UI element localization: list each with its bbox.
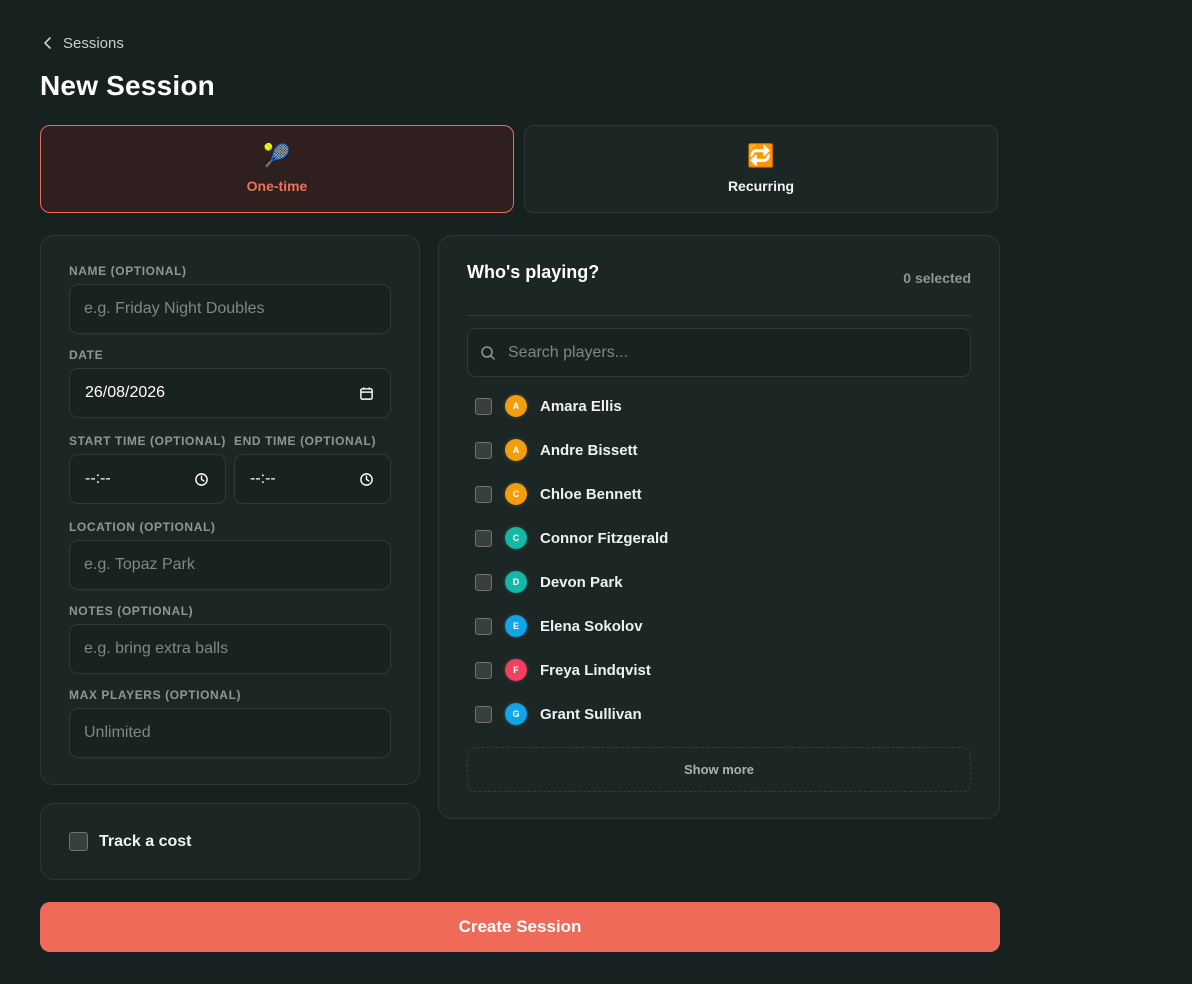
back-to-sessions-link[interactable]: Sessions xyxy=(41,32,124,54)
player-list: A Amara Ellis A Andre Bissett C Chloe Be… xyxy=(475,384,975,736)
player-checkbox[interactable] xyxy=(475,573,492,591)
players-panel: Who's playing? 0 selected A Amara Ellis … xyxy=(438,235,1000,819)
track-cost-checkbox[interactable] xyxy=(69,832,88,851)
start-time-input[interactable]: --:-- xyxy=(69,454,226,504)
end-time-label: END TIME (OPTIONAL) xyxy=(234,434,377,448)
tennis-icon: 🎾 xyxy=(263,143,291,168)
player-name: Andre Bissett xyxy=(540,441,638,459)
player-checkbox[interactable] xyxy=(475,485,492,503)
location-label: LOCATION (OPTIONAL) xyxy=(69,520,216,534)
page-title: New Session xyxy=(40,70,215,101)
max-players-label: MAX PLAYERS (OPTIONAL) xyxy=(69,688,242,702)
player-checkbox[interactable] xyxy=(475,661,492,679)
player-name: Devon Park xyxy=(540,573,623,591)
player-row[interactable]: F Freya Lindqvist xyxy=(475,648,975,692)
player-row[interactable]: G Grant Sullivan xyxy=(475,692,975,736)
start-time-label: START TIME (OPTIONAL) xyxy=(69,434,227,448)
clock-icon xyxy=(195,472,208,486)
players-title: Who's playing? xyxy=(467,262,600,282)
session-type-recurring[interactable]: 🔁 Recurring xyxy=(524,125,998,213)
session-type-label: Recurring xyxy=(727,178,795,194)
end-time-input[interactable]: --:-- xyxy=(234,454,391,504)
track-cost-label: Track a cost xyxy=(99,832,192,850)
track-cost-toggle[interactable]: Track a cost xyxy=(69,832,192,851)
selected-count: 0 selected xyxy=(903,270,971,286)
chevron-left-icon xyxy=(44,37,51,49)
date-input[interactable]: 26/08/2026 xyxy=(69,368,391,418)
player-search[interactable] xyxy=(467,328,971,377)
player-row[interactable]: C Chloe Bennett xyxy=(475,472,975,516)
player-row[interactable]: C Connor Fitzgerald xyxy=(475,516,975,560)
player-checkbox[interactable] xyxy=(475,441,492,459)
player-checkbox[interactable] xyxy=(475,529,492,547)
date-label: DATE xyxy=(69,348,104,362)
divider xyxy=(467,315,971,316)
session-type-label: One-time xyxy=(246,178,308,194)
player-row[interactable]: D Devon Park xyxy=(475,560,975,604)
avatar: G xyxy=(505,703,527,725)
show-more-button[interactable]: Show more xyxy=(467,747,971,792)
session-details-panel: NAME (OPTIONAL) DATE 26/08/2026 START TI… xyxy=(40,235,420,785)
player-name: Chloe Bennett xyxy=(540,485,642,503)
search-players-input[interactable] xyxy=(506,342,950,363)
avatar: E xyxy=(505,615,527,637)
name-label: NAME (OPTIONAL) xyxy=(69,264,187,278)
name-input[interactable] xyxy=(69,284,391,334)
back-label: Sessions xyxy=(63,34,124,52)
player-name: Connor Fitzgerald xyxy=(540,529,669,547)
track-cost-panel: Track a cost xyxy=(40,803,420,880)
repeat-icon: 🔁 xyxy=(747,143,775,168)
player-checkbox[interactable] xyxy=(475,617,492,635)
player-row[interactable]: A Andre Bissett xyxy=(475,428,975,472)
search-icon xyxy=(481,345,495,360)
player-row[interactable]: A Amara Ellis xyxy=(475,384,975,428)
player-checkbox[interactable] xyxy=(475,705,492,723)
player-name: Elena Sokolov xyxy=(540,617,643,635)
date-value: 26/08/2026 xyxy=(85,384,166,401)
avatar: A xyxy=(505,439,527,461)
create-session-button[interactable]: Create Session xyxy=(40,902,1000,952)
avatar: C xyxy=(505,483,527,505)
avatar: F xyxy=(505,659,527,681)
avatar: D xyxy=(505,571,527,593)
session-type-one-time[interactable]: 🎾 One-time xyxy=(40,125,514,213)
location-input[interactable] xyxy=(69,540,391,590)
end-time-value: --:-- xyxy=(250,470,276,487)
start-time-value: --:-- xyxy=(85,470,111,487)
player-name: Amara Ellis xyxy=(540,397,622,415)
avatar: C xyxy=(505,527,527,549)
player-row[interactable]: E Elena Sokolov xyxy=(475,604,975,648)
clock-icon xyxy=(360,472,373,486)
player-checkbox[interactable] xyxy=(475,397,492,415)
notes-label: NOTES (OPTIONAL) xyxy=(69,604,194,618)
calendar-icon xyxy=(360,386,373,400)
player-name: Freya Lindqvist xyxy=(540,661,651,679)
avatar: A xyxy=(505,395,527,417)
player-name: Grant Sullivan xyxy=(540,705,642,723)
max-players-input[interactable] xyxy=(69,708,391,758)
notes-input[interactable] xyxy=(69,624,391,674)
